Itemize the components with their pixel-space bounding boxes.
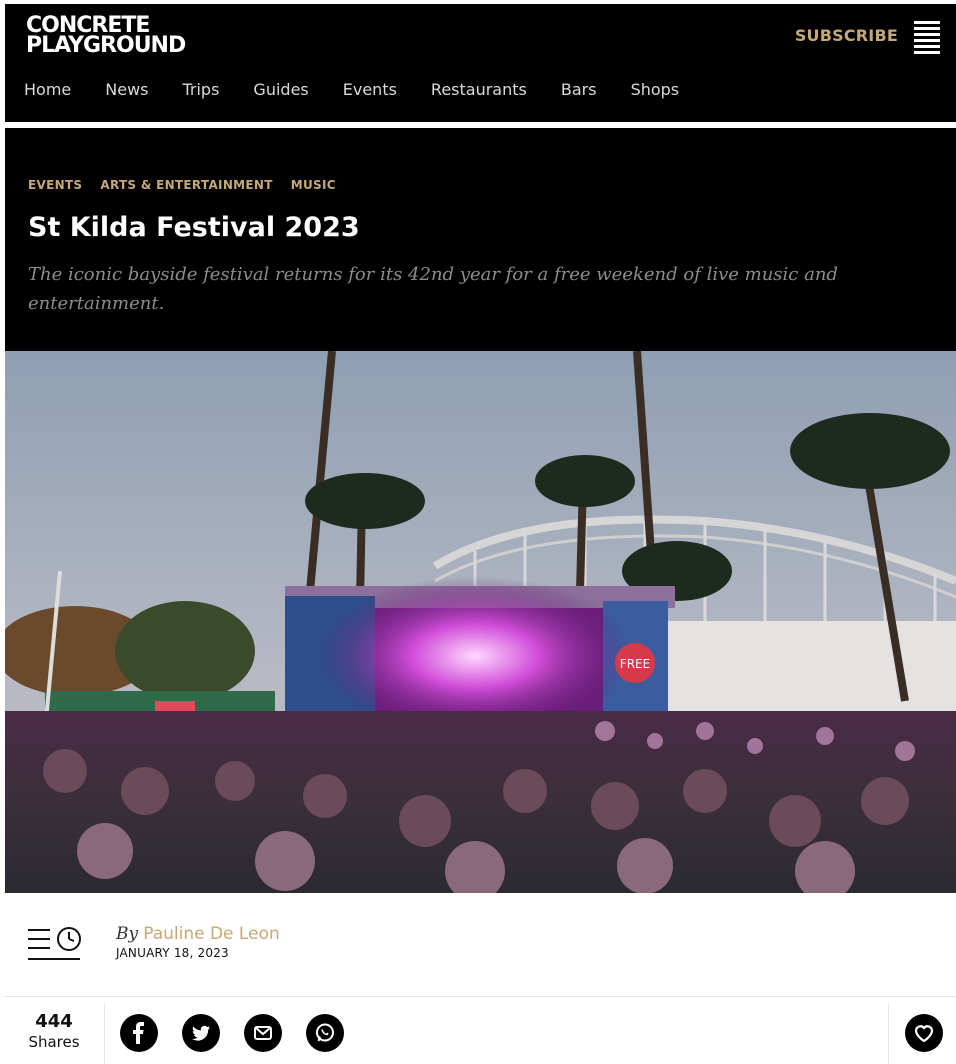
nav-restaurants[interactable]: Restaurants: [431, 80, 527, 99]
email-icon: [254, 1026, 272, 1040]
photo-banner-text: FREE: [620, 657, 650, 671]
category-list: EVENTS ARTS & ENTERTAINMENT MUSIC: [28, 178, 336, 192]
article-hero: EVENTS ARTS & ENTERTAINMENT MUSIC St Kil…: [5, 128, 956, 351]
category-music[interactable]: MUSIC: [291, 178, 336, 192]
byline: By Pauline De Leon JANUARY 18, 2023: [116, 924, 280, 960]
twitter-icon: [192, 1025, 210, 1041]
nav-guides[interactable]: Guides: [253, 80, 308, 99]
facebook-icon: [133, 1022, 144, 1044]
email-share-button[interactable]: [244, 1014, 282, 1052]
heart-icon: [914, 1025, 934, 1043]
share-separator-left: [104, 1004, 105, 1064]
facebook-share-button[interactable]: [120, 1014, 158, 1052]
nav-events[interactable]: Events: [343, 80, 397, 99]
twitter-share-button[interactable]: [182, 1014, 220, 1052]
main-nav: Home News Trips Guides Events Restaurant…: [24, 80, 713, 99]
share-count-number: 444: [35, 1011, 73, 1032]
publish-date: JANUARY 18, 2023: [116, 946, 229, 960]
category-arts-entertainment[interactable]: ARTS & ENTERTAINMENT: [100, 178, 272, 192]
logo-line-2: PLAYGROUND: [26, 33, 186, 58]
festival-photo-image: FREE: [5, 351, 956, 893]
save-article-button[interactable]: [905, 1014, 943, 1052]
share-count-label: Shares: [28, 1033, 80, 1051]
nav-news[interactable]: News: [105, 80, 148, 99]
author-link[interactable]: Pauline De Leon: [143, 924, 280, 944]
top-bar: CONCRETE PLAYGROUND SUBSCRIBE Home News …: [5, 4, 956, 122]
whatsapp-share-button[interactable]: [306, 1014, 344, 1052]
hero-photo: FREE: [5, 351, 956, 893]
share-count: 444 Shares: [24, 1012, 84, 1052]
article-subtitle: The iconic bayside festival returns for …: [28, 264, 838, 314]
nav-bars[interactable]: Bars: [561, 80, 597, 99]
article-title: St Kilda Festival 2023: [28, 212, 360, 243]
category-events[interactable]: EVENTS: [28, 178, 82, 192]
menu-icon[interactable]: [914, 21, 940, 57]
whatsapp-icon: [316, 1023, 334, 1042]
nav-trips[interactable]: Trips: [182, 80, 219, 99]
subscribe-link[interactable]: SUBSCRIBE: [795, 26, 898, 45]
byline-prefix: By: [116, 924, 139, 944]
share-separator-right: [888, 1004, 889, 1064]
nav-shops[interactable]: Shops: [631, 80, 680, 99]
nav-home[interactable]: Home: [24, 80, 71, 99]
site-logo[interactable]: CONCRETE PLAYGROUND: [26, 15, 186, 58]
reading-time-icon: [28, 926, 82, 962]
divider: [5, 996, 956, 997]
